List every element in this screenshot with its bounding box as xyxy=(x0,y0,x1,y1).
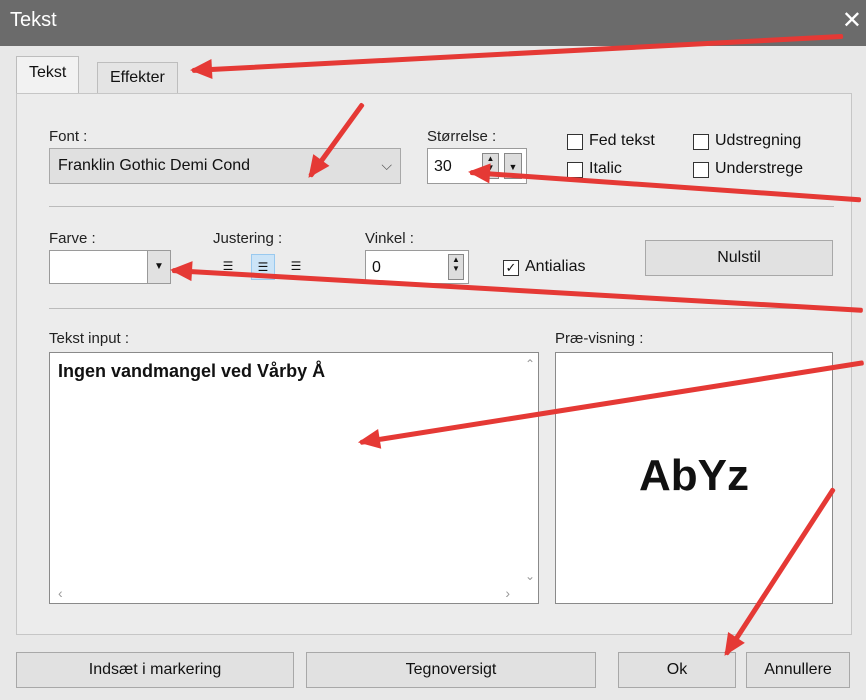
strike-label: Udstregning xyxy=(715,132,802,149)
divider xyxy=(49,308,834,309)
italic-checkbox[interactable] xyxy=(567,162,583,178)
antialias-label: Antialias xyxy=(525,258,586,275)
scroll-left-icon[interactable]: ‹ xyxy=(58,585,63,601)
cancel-button[interactable]: Annullere xyxy=(746,652,850,688)
color-picker[interactable]: ▼ xyxy=(49,250,171,284)
reset-button[interactable]: Nulstil xyxy=(645,240,833,276)
scroll-down-icon[interactable]: ⌄ xyxy=(525,569,535,583)
insert-button[interactable]: Indsæt i markering xyxy=(16,652,294,688)
tab-strip: Tekst Effekter xyxy=(0,46,866,94)
bold-label: Fed tekst xyxy=(589,132,655,149)
window-title: Tekst xyxy=(10,9,57,31)
font-value: Franklin Gothic Demi Cond xyxy=(58,157,251,174)
italic-label: Italic xyxy=(589,160,622,177)
font-dropdown[interactable]: Franklin Gothic Demi Cond ⌵ xyxy=(49,148,401,184)
chevron-down-icon: ⌵ xyxy=(381,157,392,173)
antialias-checkbox[interactable]: ✓ xyxy=(503,260,519,276)
angle-spin-icon[interactable]: ▲ ▼ xyxy=(448,254,464,280)
color-label: Farve : xyxy=(49,230,96,247)
size-value: 30 xyxy=(434,158,452,175)
preview-label: Præ-visning : xyxy=(555,330,644,347)
justify-label: Justering : xyxy=(213,230,283,247)
angle-value: 0 xyxy=(372,259,381,276)
text-input-area[interactable]: Ingen vandmangel ved Vårby Å ⌃ ⌄ ‹ › xyxy=(49,352,539,604)
size-label: Størrelse : xyxy=(427,128,497,145)
ok-button[interactable]: Ok xyxy=(618,652,736,688)
angle-field[interactable]: 0 ▲ ▼ xyxy=(365,250,469,284)
scroll-right-icon[interactable]: › xyxy=(505,585,510,601)
charmap-button[interactable]: Tegnoversigt xyxy=(306,652,596,688)
underline-checkbox[interactable] xyxy=(693,162,709,178)
tab-panel: Font : Franklin Gothic Demi Cond ⌵ Størr… xyxy=(16,93,852,635)
angle-label: Vinkel : xyxy=(365,230,414,247)
bold-checkbox[interactable] xyxy=(567,134,583,150)
tab-tekst[interactable]: Tekst xyxy=(16,56,80,93)
text-input-label: Tekst input : xyxy=(49,330,130,347)
tab-effekter[interactable]: Effekter xyxy=(97,62,178,93)
scroll-up-icon[interactable]: ⌃ xyxy=(525,357,535,371)
strike-checkbox[interactable] xyxy=(693,134,709,150)
divider xyxy=(49,206,834,207)
color-dropdown-icon[interactable]: ▼ xyxy=(147,251,170,283)
underline-label: Understrege xyxy=(715,160,804,177)
font-label: Font : xyxy=(49,128,88,145)
close-icon[interactable]: ✕ xyxy=(842,6,862,35)
preview-sample: AbYz xyxy=(639,451,749,500)
text-input-value: Ingen vandmangel ved Vårby Å xyxy=(58,361,326,381)
